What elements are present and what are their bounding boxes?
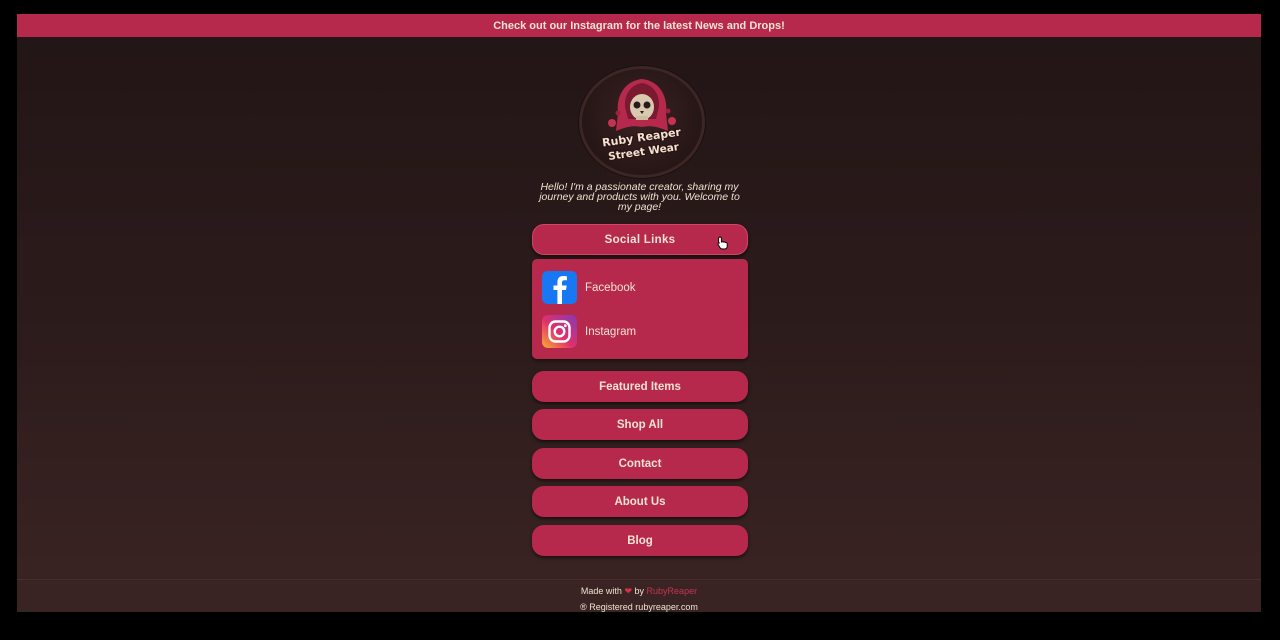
footer-by: by (634, 586, 645, 596)
contact-button[interactable]: Contact (532, 448, 748, 479)
social-links-panel: Facebook Instagram (532, 259, 748, 359)
reaper-logo-icon: Ruby Reaper Street Wear (600, 79, 683, 164)
featured-items-button[interactable]: Featured Items (532, 371, 748, 402)
author-link[interactable]: RubyReaper (647, 586, 698, 596)
blog-button[interactable]: Blog (532, 525, 748, 556)
social-links-label: Social Links (604, 233, 676, 246)
button-label: About Us (614, 495, 666, 508)
footer-credit: Made with ❤ by RubyReaper (17, 586, 1261, 597)
social-item-label: Instagram (585, 325, 637, 338)
banner-text: Check out our Instagram for the latest N… (493, 19, 785, 32)
social-item-label: Facebook (585, 281, 636, 294)
footer-made-with: Made with (580, 586, 622, 596)
hand-cursor-icon (717, 236, 728, 250)
footer: Made with ❤ by RubyReaper ® Registered r… (17, 579, 1261, 612)
brand-logo: Ruby Reaper Street Wear (579, 66, 705, 178)
shop-all-button[interactable]: Shop All (532, 409, 748, 440)
bio-text: Hello! I'm a passionate creator, sharing… (539, 181, 740, 213)
button-label: Blog (627, 534, 653, 547)
button-label: Featured Items (599, 380, 681, 393)
footer-registered: ® Registered rubyreaper.com (580, 602, 698, 612)
heart-icon: ❤ (624, 586, 632, 596)
social-item-instagram[interactable]: Instagram (542, 315, 636, 348)
page: Check out our Instagram for the latest N… (17, 14, 1261, 612)
about-us-button[interactable]: About Us (532, 486, 748, 517)
instagram-icon (542, 315, 577, 348)
social-item-facebook[interactable]: Facebook (542, 271, 636, 304)
facebook-icon (542, 271, 577, 304)
button-label: Shop All (616, 418, 664, 431)
social-links-button[interactable]: Social Links (532, 224, 748, 255)
announcement-banner[interactable]: Check out our Instagram for the latest N… (17, 14, 1261, 37)
button-label: Contact (618, 457, 662, 470)
